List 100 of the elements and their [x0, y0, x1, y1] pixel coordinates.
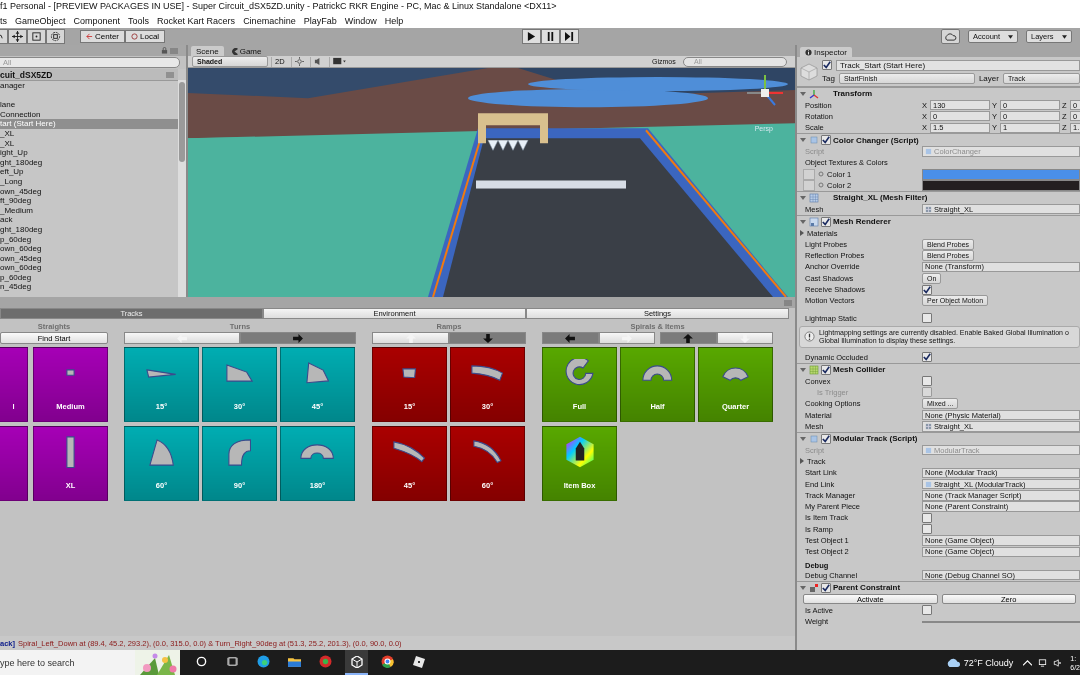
hierarchy-item[interactable]: own_60deg — [0, 244, 178, 254]
menu-item[interactable]: PlayFab — [303, 15, 337, 26]
component-header[interactable]: Mesh Collider — [797, 363, 1080, 376]
lighting-toggle[interactable] — [290, 56, 307, 67]
checkbox[interactable] — [922, 512, 932, 523]
component-title: Transform — [833, 89, 873, 99]
checkbox[interactable] — [922, 605, 932, 616]
checkbox[interactable] — [922, 352, 932, 363]
hierarchy-item[interactable]: own_45deg — [0, 186, 178, 197]
menu-item[interactable]: ts — [0, 15, 7, 26]
thumbnail-slot[interactable] — [803, 168, 815, 180]
component-header[interactable]: Mesh Renderer — [797, 214, 1080, 228]
chrome-icon — [381, 655, 394, 668]
toggle-button[interactable]: Center — [80, 30, 125, 43]
checkbox[interactable] — [922, 313, 932, 324]
checkbox[interactable] — [822, 60, 832, 70]
checkbox[interactable] — [922, 524, 932, 535]
hierarchy-item[interactable]: own_45deg — [0, 253, 178, 264]
hierarchy-item[interactable]: ght_180deg — [0, 224, 178, 235]
scrollbar[interactable] — [178, 80, 186, 297]
thumbnail-slot[interactable] — [803, 179, 815, 191]
checkbox[interactable] — [821, 364, 831, 375]
tab[interactable]: Scene — [191, 46, 224, 56]
cloud-button[interactable] — [941, 29, 960, 44]
hierarchy-item[interactable]: _XL — [0, 128, 178, 139]
menu-item[interactable]: Window — [344, 15, 377, 26]
menu-item[interactable]: Component — [73, 15, 121, 26]
tool-button[interactable] — [46, 29, 65, 44]
mesh-icon — [925, 205, 932, 213]
tab[interactable]: Inspector — [800, 47, 852, 57]
taskbar-button[interactable] — [345, 650, 368, 675]
component-header[interactable]: Transform — [797, 87, 1080, 100]
toggle-button[interactable] — [449, 332, 526, 344]
toggle-button[interactable] — [660, 332, 717, 344]
hierarchy-item[interactable]: _Medium — [0, 205, 178, 216]
field-label: Tag — [822, 73, 835, 83]
speaker-icon[interactable] — [1053, 658, 1063, 667]
toggle-button[interactable] — [542, 332, 599, 344]
component-header[interactable]: Parent Constraint — [797, 580, 1080, 594]
hierarchy-item[interactable]: p_60deg — [0, 234, 178, 245]
hierarchy-item[interactable]: _XL — [0, 138, 178, 149]
component-header[interactable]: Color Changer (Script) — [797, 133, 1080, 146]
toggle-button[interactable] — [372, 332, 449, 344]
checkbox[interactable] — [821, 135, 831, 146]
search-field[interactable]: ype here to search — [0, 650, 180, 675]
hierarchy-item[interactable]: ght_180deg — [0, 157, 178, 168]
hierarchy-item[interactable]: own_60deg — [0, 263, 178, 273]
checkmark-icon — [822, 136, 830, 145]
curve-piece-icon — [226, 364, 253, 382]
hierarchy-item[interactable]: ack — [0, 215, 178, 225]
menu-item[interactable]: Tools — [128, 15, 150, 26]
slider-track[interactable] — [922, 620, 1080, 623]
color-field[interactable] — [922, 179, 1080, 191]
component-title: Straight_XL (Mesh Filter) — [833, 193, 928, 203]
menu-item[interactable]: Cinemachine — [243, 15, 296, 26]
hierarchy-item[interactable]: ft_90deg — [0, 196, 178, 206]
field-label: Layer — [978, 73, 999, 83]
toggle-button[interactable] — [124, 332, 240, 344]
tab[interactable]: Game — [225, 46, 267, 56]
browser-icon — [257, 655, 270, 668]
toggle-button[interactable] — [240, 332, 356, 344]
script-icon — [809, 135, 819, 146]
menu-item[interactable]: Rocket Kart Racers — [157, 15, 236, 26]
hierarchy-item[interactable]: anager — [0, 81, 178, 91]
track-tile[interactable] — [0, 426, 28, 501]
color-field[interactable] — [922, 168, 1080, 180]
play-button[interactable] — [521, 29, 541, 44]
axes-icon — [809, 88, 819, 99]
hierarchy-item[interactable]: eft_Up — [0, 167, 178, 177]
lock-icon[interactable] — [161, 47, 168, 54]
cube-icon — [799, 61, 819, 82]
component-header[interactable]: Modular Track (Script) — [797, 432, 1080, 445]
pause-icon — [545, 32, 555, 41]
caret-icon — [800, 435, 806, 442]
checkbox[interactable] — [821, 582, 831, 593]
toggle-button[interactable] — [716, 332, 773, 344]
toggle-button[interactable]: Local — [125, 30, 166, 43]
hierarchy-item[interactable]: ight_Up — [0, 148, 178, 158]
checkbox[interactable] — [922, 284, 932, 295]
caret-icon[interactable] — [1023, 658, 1033, 667]
script-icon — [925, 480, 932, 488]
menu-item[interactable]: GameObject — [15, 15, 66, 26]
checkbox[interactable] — [821, 433, 831, 444]
name-field[interactable]: Track_Start (Start Here) — [836, 59, 1080, 71]
hierarchy-item[interactable]: n_45deg — [0, 282, 178, 293]
menu-item[interactable]: Help — [384, 15, 404, 26]
hierarchy-item[interactable]: Connection — [0, 109, 178, 120]
tool-button[interactable] — [8, 29, 27, 44]
checkbox[interactable] — [821, 216, 831, 227]
component-header[interactable]: Straight_XL (Mesh Filter) — [797, 191, 1080, 204]
hierarchy-item[interactable]: lane — [0, 100, 178, 110]
hierarchy-item[interactable]: p_60deg — [0, 272, 178, 283]
arrow-icon — [177, 333, 187, 343]
caret-icon — [800, 194, 806, 201]
network-icon[interactable] — [1038, 658, 1048, 667]
toggle-button[interactable] — [598, 332, 655, 344]
hierarchy-item[interactable]: _Long — [0, 176, 178, 187]
checkbox[interactable] — [922, 376, 932, 387]
step-icon — [564, 32, 574, 41]
track-piece-icon — [66, 435, 75, 469]
